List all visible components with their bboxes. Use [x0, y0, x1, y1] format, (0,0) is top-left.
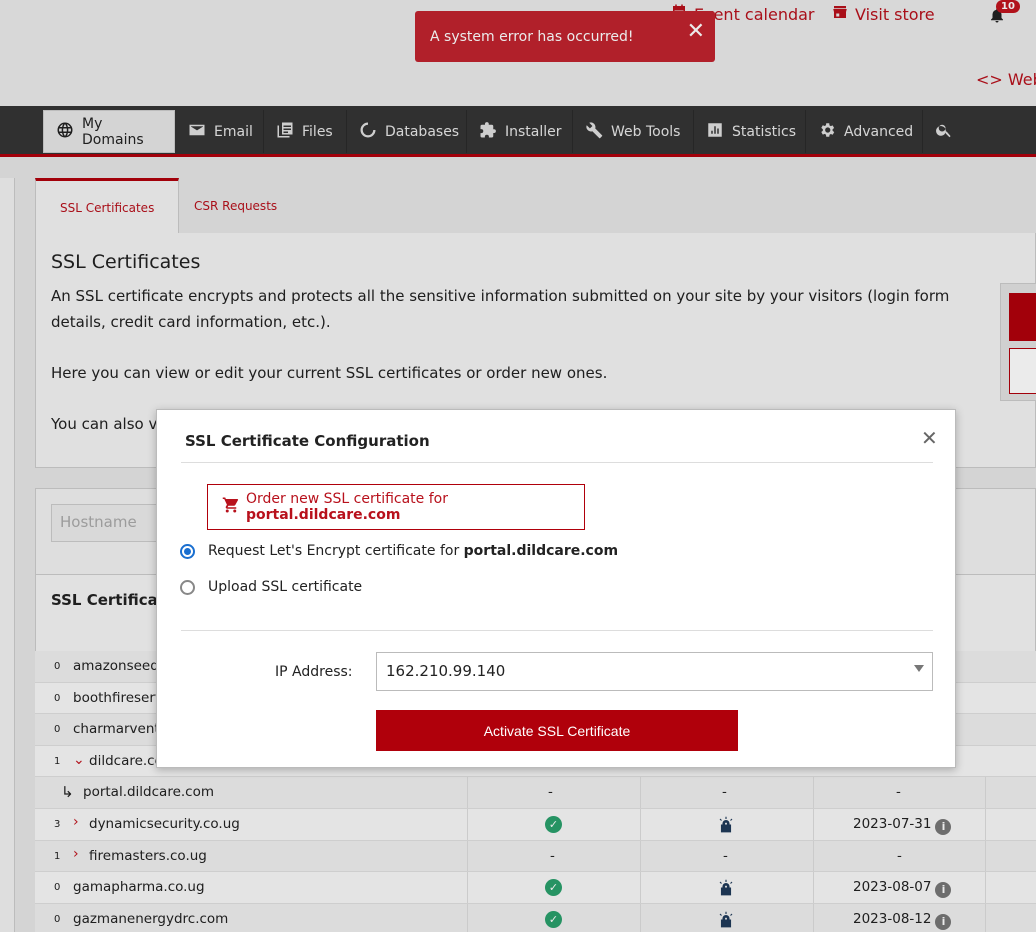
table-row[interactable]: 3 › dynamicsecurity.co.ug ✓ 2023-07-31 i — [35, 808, 1036, 841]
ssl-status: - — [548, 784, 553, 801]
ip-address-select[interactable]: 162.210.99.140 — [376, 652, 933, 691]
subdomain-arrow-icon: ↳ — [61, 783, 74, 802]
envelope-icon — [188, 121, 206, 143]
nav-web-tools[interactable]: Web Tools — [573, 110, 694, 153]
page-title: SSL Certificates — [51, 251, 201, 273]
side-primary-button[interactable] — [1009, 293, 1036, 341]
domain-name: gazmanenergydrc.com — [73, 910, 229, 927]
expiry-date: 2023-07-31 i — [853, 816, 952, 835]
store-icon — [831, 3, 849, 25]
table-row[interactable]: ↳ portal.dildcare.com - - - — [35, 777, 1036, 809]
letsencrypt-option[interactable]: Request Let's Encrypt certificate for po… — [180, 543, 618, 559]
error-toast: A system error has occurred! ✕ — [415, 11, 715, 62]
upload-ssl-radio[interactable] — [180, 579, 195, 595]
close-icon[interactable]: ✕ — [921, 426, 938, 450]
chart-icon — [706, 121, 724, 143]
letsencrypt-radio[interactable] — [180, 543, 195, 559]
chevron-right-icon[interactable]: › — [73, 814, 79, 830]
domain-name: amazonseeds — [73, 658, 166, 674]
table-row[interactable]: 0 gamapharma.co.ug ✓ 2023-08-07 i — [35, 872, 1036, 904]
side-secondary-button[interactable] — [1009, 348, 1036, 394]
intro-paragraph-2: Here you can view or edit your current S… — [51, 364, 608, 382]
domain-name: dildcare.co — [89, 752, 163, 769]
globe-icon — [56, 121, 74, 143]
expiry-date: 2023-08-07 i — [853, 879, 952, 899]
info-icon: i — [935, 882, 952, 899]
domain-name: boothfireserv — [73, 689, 163, 706]
nav-files[interactable]: Files — [264, 110, 347, 153]
chevron-down-icon[interactable]: ⌄ — [73, 752, 85, 768]
table-title: SSL Certificat — [51, 591, 165, 609]
database-icon — [359, 121, 377, 143]
check-icon: ✓ — [545, 910, 562, 928]
gear-icon — [818, 121, 836, 143]
visit-store-link[interactable]: Visit store — [831, 3, 935, 25]
table-row[interactable]: 1 › firemasters.co.ug - - - — [35, 840, 1036, 873]
search-icon — [935, 121, 953, 143]
nav-statistics[interactable]: Statistics — [694, 110, 806, 153]
intro-paragraph-1: An SSL certificate encrypts and protects… — [51, 287, 950, 331]
domain-name: charmarventu — [73, 721, 169, 738]
lock-icon — [717, 815, 735, 839]
files-icon — [276, 121, 294, 143]
order-ssl-button[interactable]: Order new SSL certificate for portal.dil… — [207, 484, 585, 530]
tab-csr-requests[interactable]: CSR Requests — [170, 178, 301, 234]
info-icon: i — [935, 913, 952, 930]
left-strip — [0, 178, 15, 932]
domain-name: portal.dildcare.com — [83, 784, 215, 801]
divider — [181, 462, 933, 463]
tab-ssl-certificates[interactable]: SSL Certificates — [35, 178, 180, 235]
nav-installer[interactable]: Installer — [467, 110, 573, 153]
lock-icon — [717, 878, 735, 902]
nav-databases[interactable]: Databases — [347, 110, 467, 153]
table-row[interactable]: 0 gazmanenergydrc.com ✓ 2023-08-12 i — [35, 903, 1036, 932]
nav-advanced[interactable]: Advanced — [806, 110, 923, 153]
tab-bar: SSL Certificates CSR Requests — [35, 178, 1036, 235]
expiry-date: - — [897, 847, 902, 864]
wrench-icon — [585, 121, 603, 143]
ssl-config-modal: SSL Certificate Configuration ✕ Order ne… — [156, 409, 956, 768]
domain-name: dynamicsecurity.co.ug — [89, 815, 240, 832]
check-icon: ✓ — [545, 815, 562, 833]
cart-icon — [222, 496, 240, 518]
puzzle-icon — [479, 121, 497, 143]
side-actions — [1000, 283, 1036, 401]
domain-name: gamapharma.co.ug — [73, 879, 205, 896]
expiry-date: - — [896, 784, 901, 801]
info-icon: i — [935, 818, 952, 835]
notification-badge: 10 — [996, 0, 1020, 13]
lock-status: - — [723, 847, 728, 864]
chevron-right-icon[interactable]: › — [73, 846, 79, 862]
domain-name: firemasters.co.ug — [89, 847, 207, 864]
dropdown-arrow-icon — [914, 665, 924, 672]
lock-icon — [717, 910, 735, 932]
divider — [181, 630, 933, 631]
main-nav: My Domains Email Files Databases Install… — [0, 106, 1036, 157]
activate-ssl-button[interactable]: Activate SSL Certificate — [376, 710, 738, 751]
expiry-date: 2023-08-12 i — [853, 911, 952, 930]
upload-ssl-option[interactable]: Upload SSL certificate — [180, 579, 362, 595]
nav-search[interactable] — [923, 110, 967, 153]
modal-title: SSL Certificate Configuration — [185, 432, 430, 450]
web-dev-link[interactable]: <> Web — [976, 70, 1036, 89]
check-icon: ✓ — [545, 879, 562, 897]
nav-my-domains[interactable]: My Domains — [43, 110, 175, 153]
nav-email[interactable]: Email — [176, 110, 264, 153]
toast-message: A system error has occurred! — [430, 28, 634, 45]
lock-status: - — [722, 784, 727, 801]
ssl-status: - — [550, 847, 555, 864]
toast-close-icon[interactable]: ✕ — [687, 19, 705, 44]
ip-address-label: IP Address: — [275, 664, 353, 680]
